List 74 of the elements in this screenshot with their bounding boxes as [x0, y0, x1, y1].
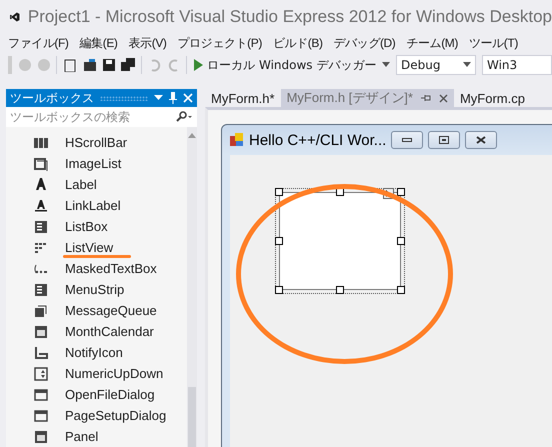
play-icon	[193, 59, 204, 71]
toolbox-item[interactable]: MaskedTextBox	[6, 258, 187, 279]
toolbox-item[interactable]: NumericUpDown	[6, 363, 187, 384]
form-title: Hello C++/CLI Wor...	[249, 132, 386, 148]
document-tab[interactable]: MyForm.h*	[205, 89, 281, 107]
resize-handle[interactable]	[397, 188, 405, 196]
control-icon	[34, 240, 48, 254]
toolbox-item[interactable]: OpenFileDialog	[6, 384, 187, 405]
control-icon	[34, 198, 48, 212]
maximize-button[interactable]	[428, 131, 460, 149]
form-icon	[230, 133, 244, 147]
toolbox-item[interactable]: Panel	[6, 426, 187, 447]
toolbox-item[interactable]: ListBox	[6, 216, 187, 237]
resize-handle[interactable]	[275, 286, 283, 294]
configuration-dropdown[interactable]: Debug	[396, 55, 476, 75]
toolbox-item[interactable]: LinkLabel	[6, 195, 187, 216]
search-icon	[175, 111, 193, 123]
dropdown-icon[interactable]	[154, 95, 163, 101]
minimize-button[interactable]	[391, 131, 424, 149]
toolbox-item[interactable]: ImageList	[6, 153, 187, 174]
grip-icon	[8, 56, 12, 74]
search-field[interactable]: ツールボックスの検索	[6, 107, 197, 127]
window-title: Project1 - Microsoft Visual Studio Express 2012 for Windows Desktop	[28, 6, 552, 26]
close-icon[interactable]	[438, 94, 448, 102]
platform-dropdown[interactable]: Win3	[482, 55, 552, 75]
pin-icon[interactable]	[420, 94, 431, 102]
dropdown-icon	[462, 62, 471, 68]
control-icon	[34, 408, 48, 422]
control-icon	[34, 324, 48, 338]
control-icon	[34, 430, 48, 444]
resize-handle[interactable]	[397, 286, 405, 294]
toolbox-item[interactable]: MonthCalendar	[6, 321, 187, 342]
control-icon	[34, 282, 48, 296]
maximize-icon	[439, 136, 450, 144]
toolbox-item[interactable]: HScrollBar	[6, 132, 187, 153]
control-icon	[34, 156, 48, 170]
toolbox-item[interactable]: MenuStrip	[6, 279, 187, 300]
menu-item[interactable]: ビルド(B)	[268, 34, 327, 52]
control-icon	[34, 366, 48, 380]
resize-handle[interactable]	[336, 286, 344, 294]
toolbox-item[interactable]: NotifyIcon	[6, 342, 187, 363]
menu-item[interactable]: 編集(E)	[76, 34, 122, 52]
toolbox-item[interactable]: MessageQueue	[6, 300, 187, 321]
save-all-icon[interactable]	[121, 58, 135, 72]
resize-handle[interactable]	[397, 237, 405, 245]
toolbox-item[interactable]: PageSetupDialog	[6, 405, 187, 426]
control-icon	[34, 304, 48, 318]
control-icon	[34, 220, 48, 234]
minimize-icon	[402, 138, 412, 142]
close-button[interactable]	[465, 131, 498, 149]
control-icon	[34, 346, 48, 360]
control-icon	[34, 136, 48, 150]
control-icon	[34, 178, 48, 192]
menu-item[interactable]: ファイル(F)	[4, 34, 73, 52]
pin-icon[interactable]	[169, 92, 177, 104]
document-tab[interactable]: MyForm.cp	[454, 89, 531, 107]
menu-item[interactable]: チーム(M)	[402, 34, 462, 52]
menu-item[interactable]: 表示(V)	[124, 34, 171, 52]
dropdown-icon[interactable]	[382, 62, 390, 68]
toolbox-item[interactable]: Label	[6, 174, 187, 195]
control-icon	[34, 388, 48, 402]
menu-item[interactable]: デバッグ(D)	[330, 34, 400, 52]
resize-handle[interactable]	[275, 188, 283, 196]
panel-title: ツールボックス	[10, 90, 94, 106]
save-icon[interactable]	[102, 58, 116, 72]
toolbox-item[interactable]: ListView	[6, 237, 187, 258]
resize-handle[interactable]	[275, 237, 283, 245]
menu-item[interactable]: ツール(T)	[465, 34, 522, 52]
scrollbar[interactable]	[187, 127, 197, 447]
close-icon	[476, 136, 486, 144]
open-icon[interactable]	[82, 58, 96, 72]
new-file-icon[interactable]	[63, 58, 77, 72]
scrollbar-thumb[interactable]	[188, 387, 196, 447]
menu-item[interactable]: プロジェクト(P)	[174, 34, 266, 52]
